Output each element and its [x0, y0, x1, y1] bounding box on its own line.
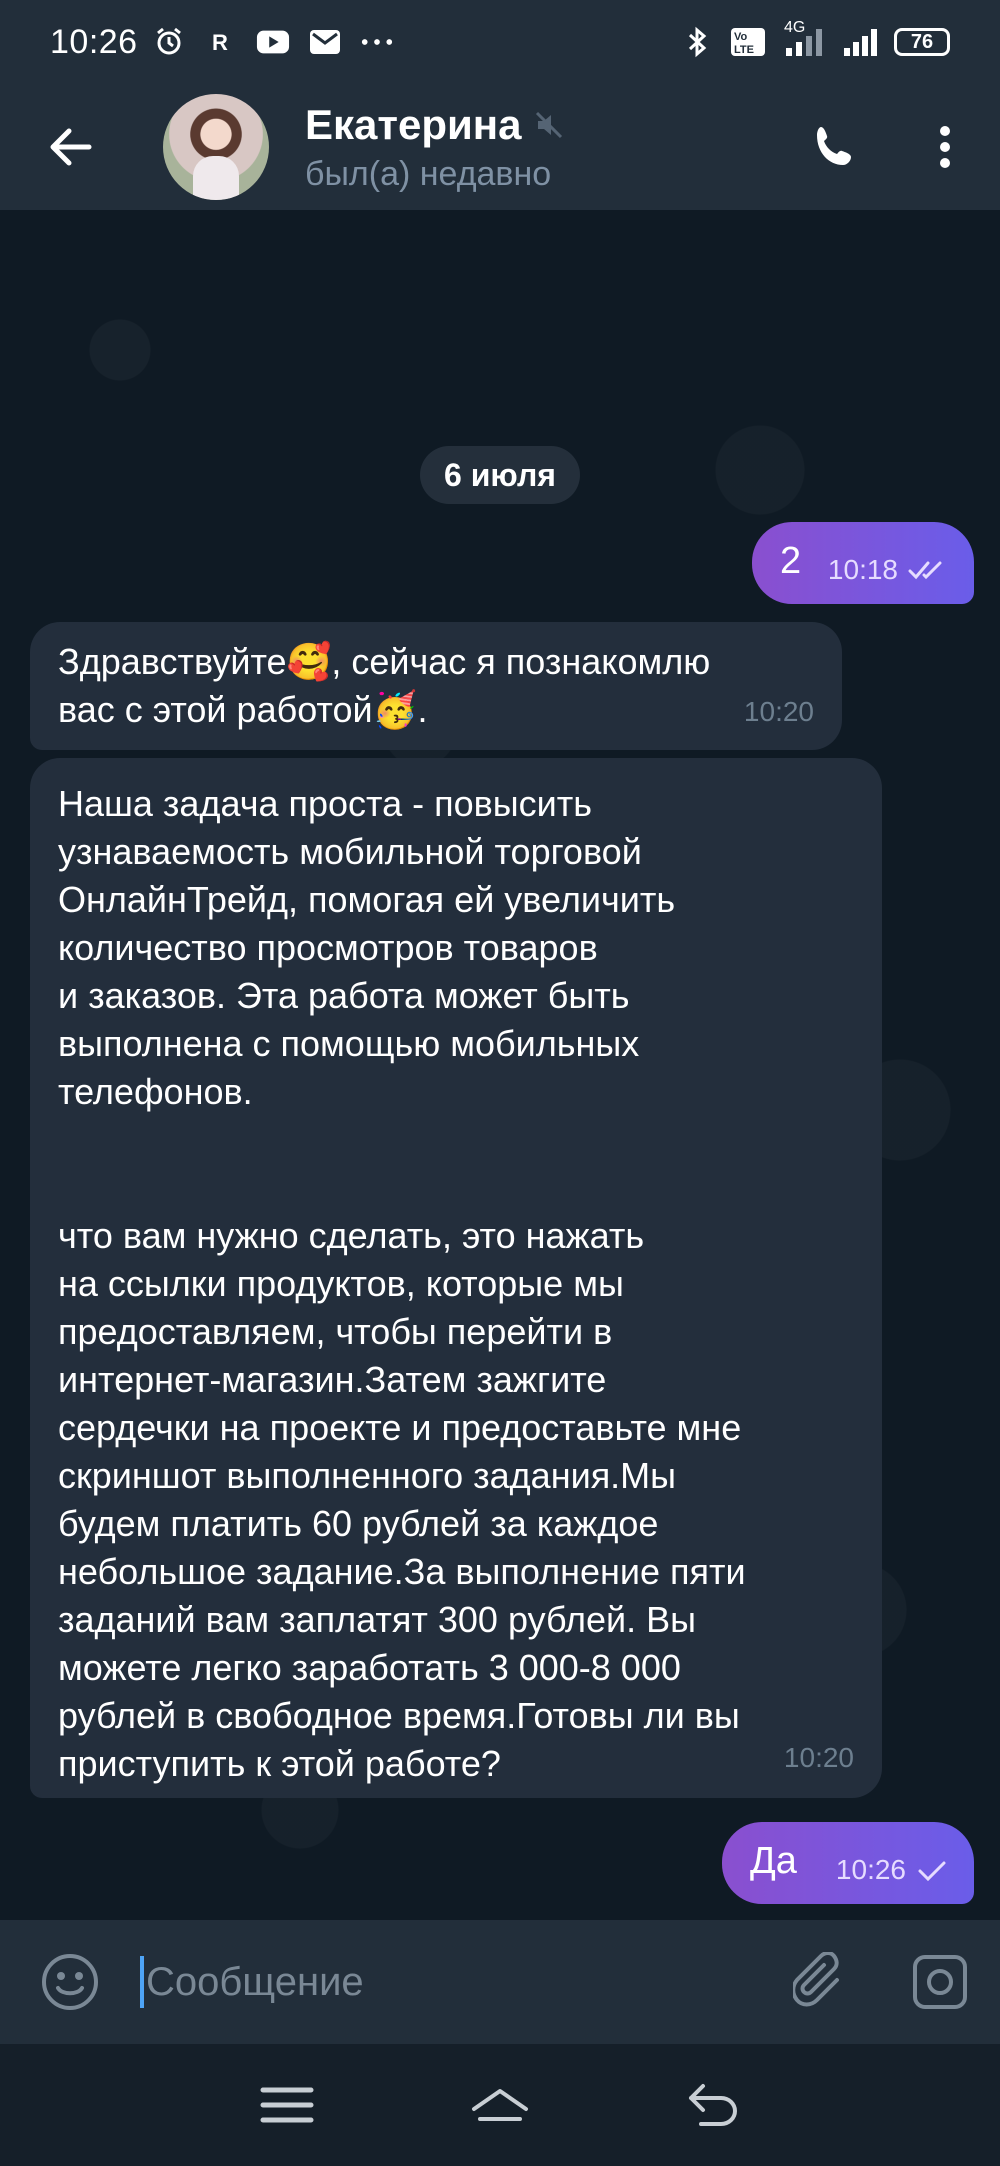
chat-area[interactable]: 6 июля 2 10:18 Здравствуйте🥰, сейчас я п…	[0, 210, 1000, 1920]
text-caret	[140, 1956, 144, 2008]
paperclip-icon	[793, 1952, 839, 2007]
camera-icon	[913, 1955, 967, 2009]
message-text: Здравствуйте🥰, сейчас я познакомлю вас с…	[58, 641, 711, 730]
status-right-icons: Vo LTE 4G 76	[680, 19, 950, 59]
attach-button[interactable]	[760, 1920, 880, 2044]
double-check-icon	[908, 561, 942, 580]
status-bar: 10:26 R Vo LTE 4G 76	[0, 0, 1000, 84]
message-incoming[interactable]: Наша задача проста - повысить узнаваемос…	[30, 758, 882, 1798]
smiley-icon	[42, 1954, 98, 2010]
alarm-icon	[152, 25, 186, 59]
emoji-button[interactable]	[0, 1920, 140, 2044]
signal-icon-2	[840, 25, 880, 59]
back-arrow-icon	[689, 2084, 738, 2126]
volte-icon: Vo LTE	[728, 25, 768, 59]
contact-name: Екатерина	[305, 100, 522, 148]
phone-icon	[817, 127, 851, 165]
back-nav-button[interactable]	[668, 2060, 758, 2150]
gmail-icon	[308, 25, 342, 59]
network-type-label: 4G	[784, 19, 806, 36]
message-text: 2	[780, 540, 802, 582]
message-outgoing[interactable]: Да 10:26	[722, 1822, 974, 1904]
menu-lines-icon	[260, 2087, 314, 2123]
check-icon	[918, 1861, 946, 1882]
message-input-placeholder: Сообщение	[146, 1959, 364, 2004]
status-time: 10:26	[50, 22, 138, 61]
more-options-button[interactable]	[890, 84, 1000, 210]
contact-status: был(а) недавно	[305, 154, 552, 193]
message-time: 10:18	[827, 554, 898, 585]
battery-icon: 76	[894, 28, 950, 56]
bluetooth-icon	[680, 25, 714, 59]
message-input-bar: Сообщение	[0, 1920, 1000, 2044]
message-input[interactable]: Сообщение	[140, 1920, 760, 2044]
mute-icon	[535, 111, 562, 138]
system-nav-bar	[0, 2044, 1000, 2166]
chat-header: Екатерина был(а) недавно	[0, 84, 1000, 210]
contact-info[interactable]: Екатерина был(а) недавно	[305, 101, 564, 194]
date-separator: 6 июля	[420, 446, 580, 504]
youtube-icon	[256, 25, 290, 59]
more-vertical-icon	[940, 126, 950, 168]
avatar[interactable]	[163, 94, 269, 200]
more-dots-icon	[360, 25, 394, 59]
message-time: 10:20	[783, 1742, 854, 1773]
home-button[interactable]	[455, 2060, 545, 2150]
recent-apps-button[interactable]	[242, 2060, 332, 2150]
svg-text:Vo: Vo	[734, 31, 748, 43]
message-time: 10:26	[835, 1854, 906, 1885]
back-button[interactable]	[0, 84, 140, 210]
camera-button[interactable]	[880, 1920, 1000, 2044]
message-incoming[interactable]: Здравствуйте🥰, сейчас я познакомлю вас с…	[30, 622, 842, 750]
message-text: Наша задача проста - повысить узнаваемос…	[58, 783, 746, 1784]
message-outgoing[interactable]: 2 10:18	[752, 522, 974, 604]
r-icon: R	[204, 25, 238, 59]
svg-text:LTE: LTE	[734, 44, 754, 56]
message-text: Да	[750, 1840, 797, 1882]
svg-text:R: R	[212, 30, 228, 55]
message-time: 10:20	[743, 696, 814, 727]
signal-icon: 4G	[782, 19, 826, 59]
arrow-left-icon	[50, 128, 92, 166]
status-left-icons: R	[152, 25, 394, 59]
home-icon	[471, 2089, 528, 2121]
call-button[interactable]	[780, 84, 890, 210]
